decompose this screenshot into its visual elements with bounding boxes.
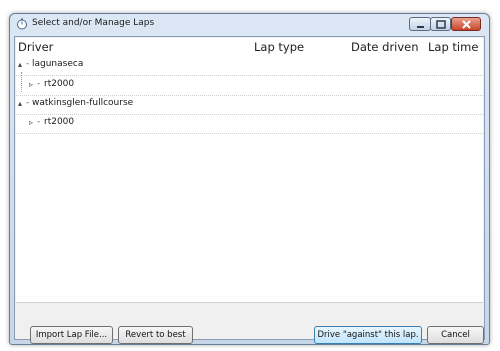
import-lap-file-button[interactable]: Import Lap File... — [30, 326, 113, 344]
tree-row-car[interactable]: ▹ - rt2000 — [16, 114, 483, 134]
tree-dash: - — [37, 79, 41, 89]
collapsed-arrow-icon[interactable]: ▹ — [29, 80, 33, 89]
lap-manager-window: Select and/or Manage Laps Driver Lap typ… — [9, 13, 490, 345]
laps-tree-list[interactable]: Driver Lap type Date driven Lap time ▴ -… — [16, 38, 483, 303]
column-header-date-driven[interactable]: Date driven — [351, 38, 419, 56]
minimize-icon — [417, 26, 424, 28]
track-name: watkinsglen-fullcourse — [32, 98, 134, 108]
maximize-button[interactable] — [430, 17, 451, 31]
tree-row-car[interactable]: ▹ - rt2000 — [16, 76, 483, 96]
track-name: lagunaseca — [32, 59, 84, 69]
car-name: rt2000 — [44, 79, 75, 89]
close-button[interactable] — [451, 17, 481, 31]
expanded-arrow-icon[interactable]: ▴ — [18, 60, 22, 69]
tree-dash: - — [26, 98, 30, 108]
tree-dash: - — [26, 59, 30, 69]
tree-dash: - — [37, 117, 41, 127]
stopwatch-icon — [17, 18, 27, 30]
minimize-button[interactable] — [409, 17, 431, 31]
close-icon — [462, 20, 471, 29]
revert-to-best-button[interactable]: Revert to best — [118, 326, 193, 344]
expanded-arrow-icon[interactable]: ▴ — [18, 99, 22, 108]
dialog-body: Driver Lap type Date driven Lap time ▴ -… — [14, 36, 485, 344]
drive-against-lap-button[interactable]: Drive "against" this lap. — [314, 326, 422, 344]
column-header-driver[interactable]: Driver — [18, 38, 53, 56]
window-title: Select and/or Manage Laps — [32, 18, 155, 28]
tree-row-track[interactable]: ▴ - lagunaseca — [16, 56, 483, 76]
column-header-lap-time[interactable]: Lap time — [428, 38, 478, 56]
car-name: rt2000 — [44, 117, 75, 127]
collapsed-arrow-icon[interactable]: ▹ — [29, 118, 33, 127]
tree-row-track[interactable]: ▴ - watkinsglen-fullcourse — [16, 95, 483, 115]
cancel-button[interactable]: Cancel — [427, 326, 484, 344]
maximize-icon — [436, 20, 446, 29]
column-header-lap-type[interactable]: Lap type — [254, 38, 304, 56]
title-bar[interactable]: Select and/or Manage Laps — [10, 14, 489, 36]
